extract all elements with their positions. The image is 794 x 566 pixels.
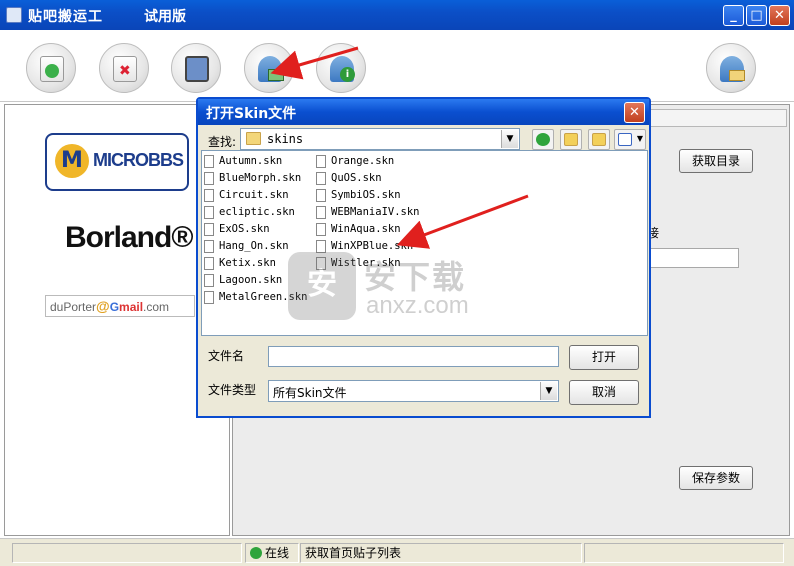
window-title: 贴吧搬运工 xyxy=(28,9,103,25)
list-item[interactable]: Orange.skn xyxy=(316,153,420,170)
file-icon xyxy=(316,223,326,236)
close-icon: ✕ xyxy=(629,105,640,120)
list-item[interactable]: ExOS.skn xyxy=(204,221,308,238)
watermark-shield-icon: 安 xyxy=(288,252,356,320)
email-g: G xyxy=(109,300,120,314)
watermark: 安 安下载 anxz.com xyxy=(288,252,498,322)
refresh-doc-icon xyxy=(40,56,64,82)
user-skin-icon xyxy=(258,56,284,82)
user-info-icon: i xyxy=(330,56,355,82)
view-menu-button[interactable]: ▼ xyxy=(614,129,646,150)
dialog-title: 打开Skin文件 xyxy=(206,106,297,122)
list-item[interactable]: SymbiOS.skn xyxy=(316,187,420,204)
right-tab-strip xyxy=(649,109,787,127)
get-directory-button[interactable]: 获取目录 xyxy=(679,149,753,173)
list-item[interactable]: Circuit.skn xyxy=(204,187,308,204)
email-prefix: duPorter xyxy=(50,300,97,314)
email-at: @ xyxy=(96,298,110,314)
back-button[interactable] xyxy=(532,129,554,150)
list-item[interactable]: Autumn.skn xyxy=(204,153,308,170)
filename-input[interactable] xyxy=(268,346,559,367)
dialog-close-button[interactable]: ✕ xyxy=(624,102,645,123)
status-message: 获取首页贴子列表 xyxy=(300,543,582,563)
microbbs-logo: M MICROBBS xyxy=(45,133,189,191)
list-item[interactable]: WinAqua.skn xyxy=(316,221,420,238)
cancel-button[interactable]: 取消 xyxy=(569,380,639,405)
file-icon xyxy=(204,291,214,304)
list-item[interactable]: WEBManiaIV.skn xyxy=(316,204,420,221)
new-folder-button[interactable] xyxy=(588,129,610,150)
minimize-button[interactable]: _ xyxy=(723,5,744,26)
borland-logo: Borland® xyxy=(65,221,193,254)
status-bar: 在线 获取首页贴子列表 xyxy=(0,538,794,566)
filetype-value: 所有Skin文件 xyxy=(273,386,347,400)
file-icon xyxy=(316,206,326,219)
window-subtitle: 试用版 xyxy=(144,9,186,25)
delete-button[interactable]: ✖ xyxy=(99,43,149,93)
app-icon xyxy=(6,7,22,23)
file-icon xyxy=(204,274,214,287)
look-in-label: 查找: xyxy=(208,135,237,149)
file-icon xyxy=(316,155,326,168)
minimize-icon: _ xyxy=(730,8,737,23)
save-params-button[interactable]: 保存参数 xyxy=(679,466,753,490)
email-banner[interactable]: duPorter@Gmail.com xyxy=(45,295,195,317)
list-item[interactable]: ecliptic.skn xyxy=(204,204,308,221)
computer-icon xyxy=(185,56,209,82)
delete-doc-icon: ✖ xyxy=(113,56,137,82)
email-mail: mail xyxy=(119,300,144,314)
status-cell-empty xyxy=(12,543,242,563)
microbbs-logo-mark: M xyxy=(55,144,89,178)
maximize-icon: □ xyxy=(750,8,763,23)
back-arrow-icon xyxy=(536,133,550,146)
file-icon xyxy=(204,172,214,185)
view-list-icon xyxy=(618,133,632,146)
status-online: 在线 xyxy=(245,543,299,563)
right-panel-input[interactable] xyxy=(647,248,739,268)
file-icon xyxy=(204,155,214,168)
filetype-label: 文件类型 xyxy=(208,383,257,397)
toolbar: ✖ i xyxy=(0,30,794,102)
dialog-title-bar: 打开Skin文件 ✕ xyxy=(198,99,649,125)
skin-button[interactable] xyxy=(244,43,294,93)
computer-button[interactable] xyxy=(171,43,221,93)
file-icon xyxy=(204,206,214,219)
file-icon xyxy=(204,223,214,236)
file-icon xyxy=(204,257,214,270)
up-folder-icon xyxy=(564,133,578,146)
maximize-button[interactable]: □ xyxy=(746,5,767,26)
mail-button[interactable] xyxy=(706,43,756,93)
up-folder-button[interactable] xyxy=(560,129,582,150)
look-in-value: skins xyxy=(267,132,304,146)
chevron-down-icon[interactable]: ▼ xyxy=(540,382,557,400)
list-item[interactable]: BlueMorph.skn xyxy=(204,170,308,187)
look-in-dropdown[interactable]: skins ▼ xyxy=(240,128,520,150)
filetype-select[interactable]: 所有Skin文件 ▼ xyxy=(268,380,559,402)
info-button[interactable]: i xyxy=(316,43,366,93)
status-cell-right xyxy=(584,543,784,563)
file-icon xyxy=(204,189,214,202)
email-suffix: .com xyxy=(143,300,170,314)
filename-label: 文件名 xyxy=(208,349,245,363)
new-folder-icon xyxy=(592,133,606,146)
refresh-button[interactable] xyxy=(26,43,76,93)
file-icon xyxy=(316,189,326,202)
file-icon xyxy=(316,172,326,185)
user-mail-icon xyxy=(720,56,745,82)
chevron-down-icon[interactable]: ▼ xyxy=(501,130,518,148)
open-button[interactable]: 打开 xyxy=(569,345,639,370)
list-item[interactable]: QuOS.skn xyxy=(316,170,420,187)
title-bar: 贴吧搬运工 试用版 _ □ ✕ xyxy=(0,0,794,30)
watermark-en: anxz.com xyxy=(366,292,469,319)
globe-icon xyxy=(250,547,262,559)
microbbs-logo-text: MICROBBS xyxy=(93,150,184,170)
close-button[interactable]: ✕ xyxy=(769,5,790,26)
close-icon: ✕ xyxy=(774,8,785,23)
folder-icon xyxy=(246,132,261,145)
file-icon xyxy=(204,240,214,253)
